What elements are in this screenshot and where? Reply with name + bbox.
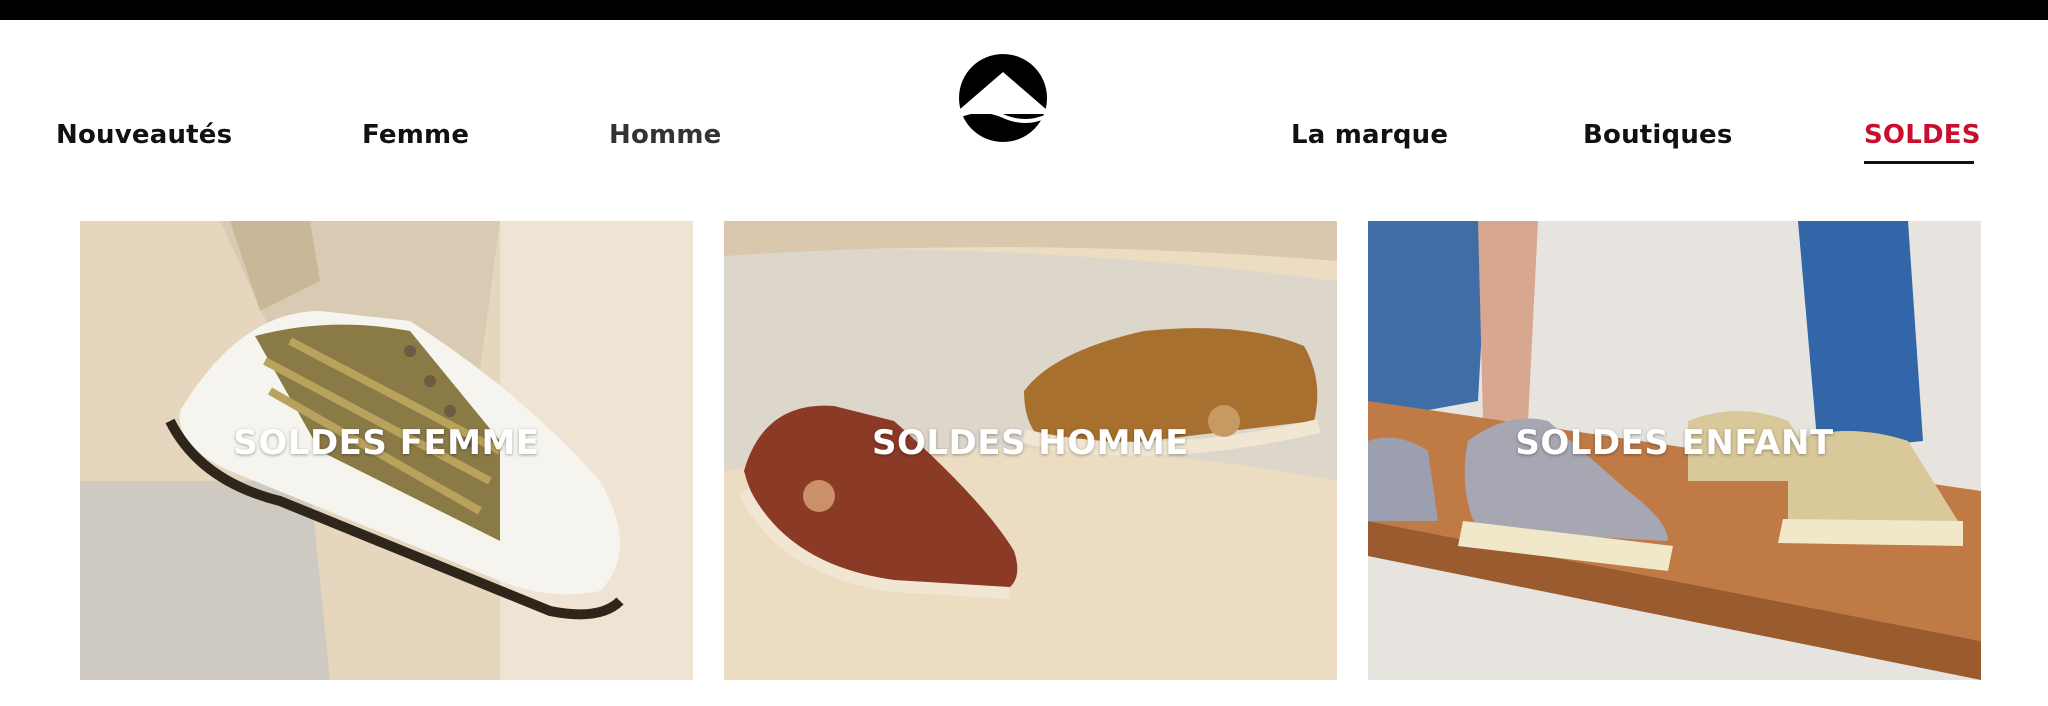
nav-link-nouveautes[interactable]: Nouveautés bbox=[56, 118, 232, 152]
nav-link-homme[interactable]: Homme bbox=[609, 118, 721, 152]
mountain-wave-icon bbox=[959, 54, 1047, 142]
card-soldes-femme[interactable]: SOLDES FEMME bbox=[80, 221, 693, 680]
card-title: SOLDES ENFANT bbox=[1515, 423, 1834, 463]
brand-logo[interactable] bbox=[955, 52, 1051, 144]
card-title: SOLDES FEMME bbox=[233, 423, 540, 463]
nav-link-boutiques[interactable]: Boutiques bbox=[1583, 118, 1733, 152]
nav-link-soldes[interactable]: SOLDES bbox=[1864, 118, 1981, 152]
card-title: SOLDES HOMME bbox=[871, 423, 1190, 463]
card-soldes-homme[interactable]: SOLDES HOMME bbox=[724, 221, 1337, 680]
nav-link-la-marque[interactable]: La marque bbox=[1291, 118, 1448, 152]
top-bar bbox=[0, 0, 2048, 20]
nav-link-femme[interactable]: Femme bbox=[362, 118, 469, 152]
active-underline bbox=[1864, 161, 1974, 164]
card-soldes-enfant[interactable]: SOLDES ENFANT bbox=[1368, 221, 1981, 680]
